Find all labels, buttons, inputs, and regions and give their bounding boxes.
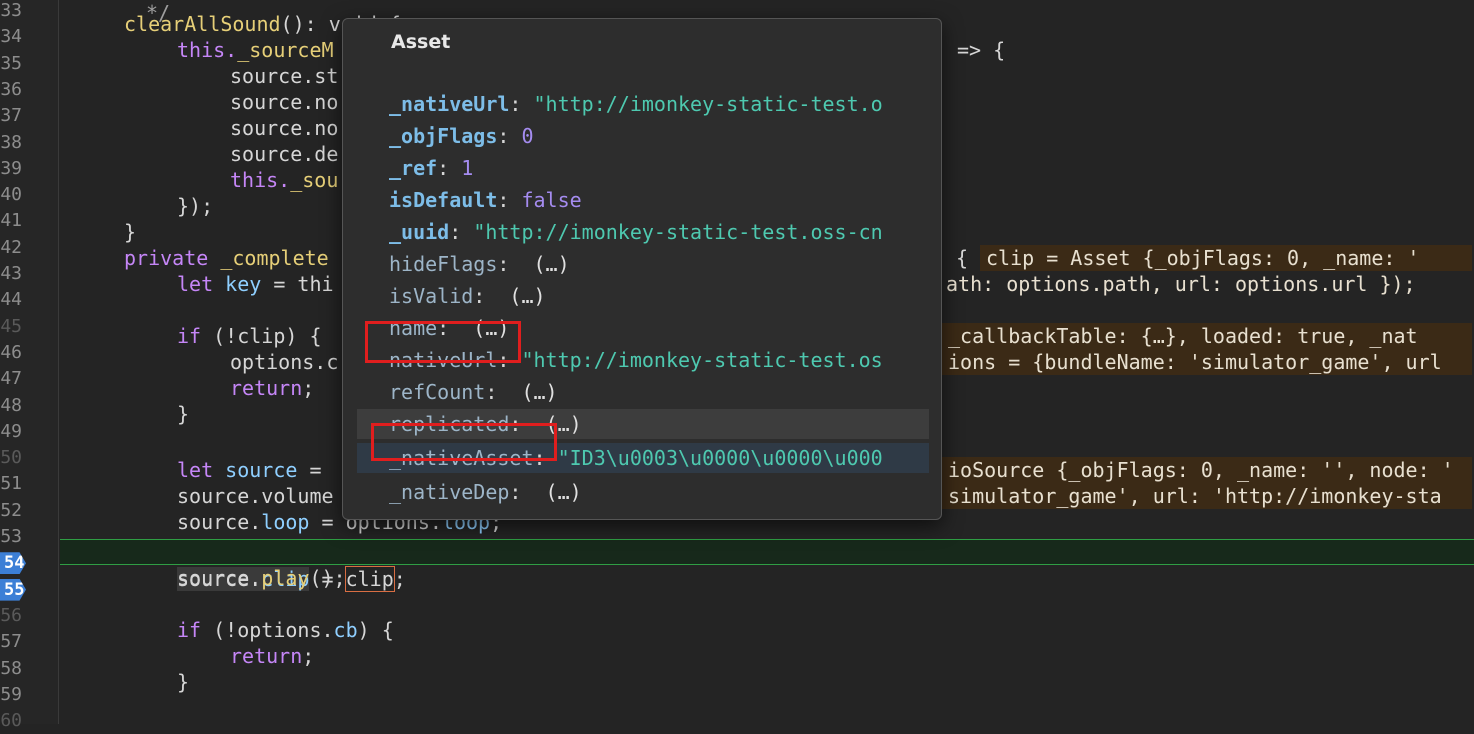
breakpoint-marker-55[interactable]: 55: [0, 578, 26, 601]
property-value: false: [521, 188, 582, 212]
property-row-objFlags[interactable]: _objFlags: 0: [357, 121, 929, 151]
line-number-35[interactable]: 35: [0, 51, 22, 77]
line-number-56[interactable]: 56: [0, 603, 22, 629]
inline-value-clip: clip = Asset {_objFlags: 0, _name: ': [980, 245, 1472, 271]
code-line-46: if (!clip) {: [177, 324, 322, 348]
current-execution-line[interactable]: source.clip = clip;: [60, 539, 1474, 592]
line-number-50[interactable]: 50: [0, 445, 22, 471]
property-key: hideFlags: [389, 252, 498, 276]
line-number-48[interactable]: 48: [0, 393, 22, 419]
line-number-36[interactable]: 36: [0, 77, 22, 103]
code-line-58: return;: [230, 644, 315, 668]
property-colon: :: [509, 480, 546, 504]
property-value: "http://imonkey-static-test.os: [521, 348, 883, 372]
line-number-39[interactable]: 39: [0, 156, 22, 182]
lazy-getter-value[interactable]: (…): [509, 284, 545, 308]
inline-value-key: ath: options.path, url: options.url });: [946, 272, 1416, 296]
property-key: _ref: [389, 156, 438, 180]
line-number-37[interactable]: 37: [0, 103, 22, 129]
code-line-48: return;: [230, 376, 315, 400]
property-colon: :: [497, 188, 522, 212]
line-number-40[interactable]: 40: [0, 182, 22, 208]
code-line-35: this._sourceM => {: [177, 38, 1006, 62]
line-number-52[interactable]: 52: [0, 498, 22, 524]
line-number-34[interactable]: 34: [0, 24, 22, 50]
line-number-60[interactable]: 60: [0, 708, 22, 734]
property-key: _nativeUrl: [389, 92, 510, 116]
popover-title: Asset: [391, 31, 451, 53]
line-number-41[interactable]: 41: [0, 208, 22, 234]
inline-value-clip-loaded: _callbackTable: {…}, loaded: true, _nat: [942, 323, 1472, 349]
code-line-49: }: [177, 402, 190, 426]
property-key: refCount: [389, 380, 486, 404]
line-number-44[interactable]: 44: [0, 287, 22, 313]
annotation-box-nativeUrl: [365, 321, 521, 363]
lazy-getter-value[interactable]: (…): [546, 480, 582, 504]
inline-value-options: ions = {bundleName: 'simulator_game', ur…: [942, 349, 1472, 375]
line-number-46[interactable]: 46: [0, 340, 22, 366]
code-line-44: let key = thi: [177, 272, 334, 296]
code-line-59: }: [177, 670, 190, 694]
property-row-refCount[interactable]: refCount: (…): [357, 377, 929, 407]
line-number-53[interactable]: 53: [0, 524, 22, 550]
inline-value-source: ioSource {_objFlags: 0, _name: '', node:…: [942, 457, 1472, 483]
code-line-42: }: [124, 220, 137, 244]
property-value: "ID3\u0003\u0000\u0000\u000: [557, 446, 883, 470]
property-colon: :: [473, 284, 510, 308]
code-line-41: });: [177, 194, 214, 218]
property-colon: :: [449, 220, 474, 244]
property-row-isValid[interactable]: isValid: (…): [357, 281, 929, 311]
property-row-hideFlags[interactable]: hideFlags: (…): [357, 249, 929, 279]
line-number-33[interactable]: 33: [0, 0, 22, 24]
line-number-38[interactable]: 38: [0, 130, 22, 156]
lazy-getter-value[interactable]: (…): [534, 252, 570, 276]
property-key: _nativeDep: [389, 480, 510, 504]
line-number-51[interactable]: 51: [0, 471, 22, 497]
line-number-gutter[interactable]: 33 34 35 36 37 38 39 40 41 42 43 44 45 46 47 48 49 50 51 52…: [0, 0, 59, 731]
inline-value-bundle: simulator_game', url: 'http://imonkey-st…: [942, 483, 1472, 509]
code-line-57: if (!options.cb) {: [177, 618, 394, 642]
property-value: 0: [521, 124, 534, 148]
code-line-43: private _complete{: [124, 246, 969, 270]
property-colon: :: [497, 252, 534, 276]
property-key: isValid: [389, 284, 474, 308]
line-number-43[interactable]: 43: [0, 261, 22, 287]
property-key: isDefault: [389, 188, 498, 212]
line-number-45[interactable]: 45: [0, 314, 22, 340]
line-number-49[interactable]: 49: [0, 419, 22, 445]
code-line-51: let source =: [177, 458, 322, 482]
breakpoint-marker-54[interactable]: 54: [0, 552, 26, 575]
property-colon: :: [509, 92, 534, 116]
property-row-ref[interactable]: _ref: 1: [357, 153, 929, 183]
line-number-59[interactable]: 59: [0, 682, 22, 708]
line-number-58[interactable]: 58: [0, 656, 22, 682]
property-row-isDefault[interactable]: isDefault: false: [357, 185, 929, 215]
lazy-getter-value[interactable]: (…): [521, 380, 557, 404]
property-colon: :: [485, 380, 522, 404]
object-preview-popover[interactable]: Asset _nativeUrl: "http://imonkey-static…: [342, 18, 942, 520]
code-line-37: source.no: [230, 90, 339, 114]
property-value: 1: [461, 156, 474, 180]
code-line-47: options.c: [230, 350, 339, 374]
code-line-52: source.volume: [177, 484, 334, 508]
line-number-42[interactable]: 42: [0, 235, 22, 261]
line-number-57[interactable]: 57: [0, 629, 22, 655]
code-line-38: source.no: [230, 116, 339, 140]
property-key: _uuid: [389, 220, 450, 244]
property-value: "http://imonkey-static-test.oss-cn: [473, 220, 883, 244]
code-line-55: source.play();: [177, 566, 346, 590]
code-line-36: source.st: [230, 64, 339, 88]
hovered-token-clip[interactable]: clip: [344, 566, 395, 592]
property-key: _objFlags: [389, 124, 498, 148]
property-row-uuid[interactable]: _uuid: "http://imonkey-static-test.oss-c…: [357, 217, 929, 247]
property-colon: :: [437, 156, 462, 180]
property-row-nativeDep[interactable]: _nativeDep: (…): [357, 477, 929, 505]
code-line-40: this._sou: [230, 168, 339, 192]
property-value: "http://imonkey-static-test.o: [533, 92, 883, 116]
annotation-box-nativeAsset: [371, 423, 557, 461]
property-row-nativeUrl[interactable]: _nativeUrl: "http://imonkey-static-test.…: [357, 89, 929, 119]
property-colon: :: [497, 124, 522, 148]
code-line-39: source.de: [230, 142, 339, 166]
line-number-47[interactable]: 47: [0, 366, 22, 392]
